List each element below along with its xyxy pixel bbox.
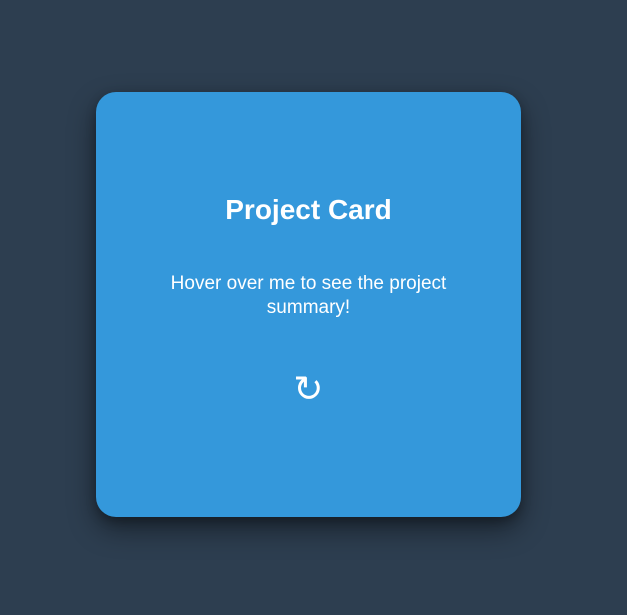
rotate-icon: ↻ [293,369,324,410]
card-description: Hover over me to see the project summary… [170,273,447,318]
card-title: Project Card [225,194,392,225]
project-card[interactable]: Project Card Hover over me to see the pr… [96,92,521,517]
